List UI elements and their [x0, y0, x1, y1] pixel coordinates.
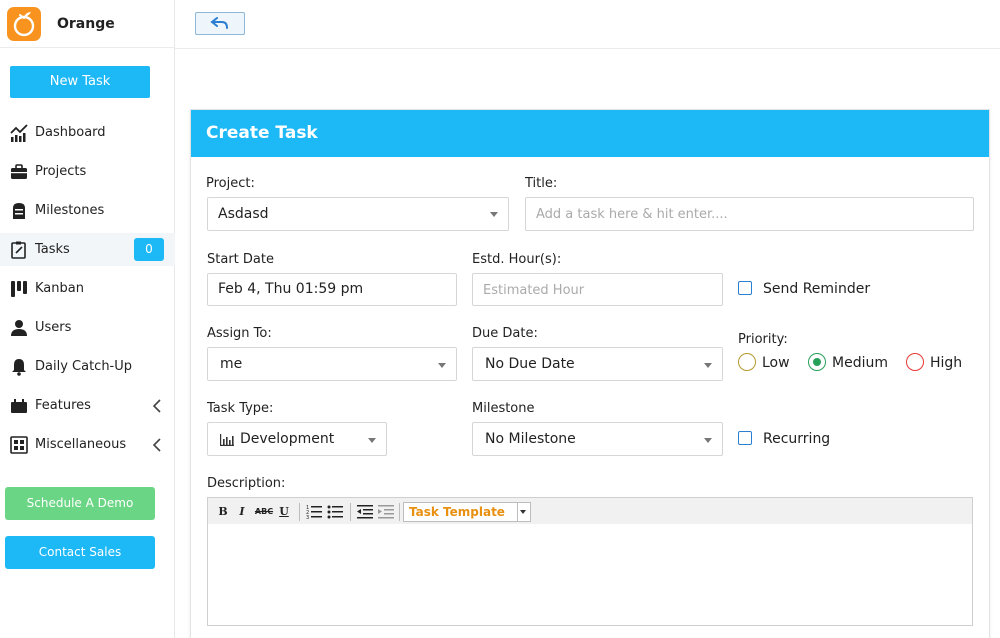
- title-input[interactable]: [525, 197, 974, 231]
- priority-high-label: High: [930, 355, 963, 371]
- top-bar: [175, 0, 1000, 49]
- grid-icon: [10, 436, 28, 454]
- new-task-button[interactable]: New Task: [10, 66, 150, 98]
- orange-logo-icon[interactable]: [7, 7, 41, 41]
- ordered-list-icon[interactable]: 1 2 3: [306, 504, 322, 520]
- sidebar-item-miscellaneous[interactable]: Miscellaneous: [0, 428, 175, 461]
- kanban-icon: [11, 281, 27, 297]
- chevron-down-icon: [368, 438, 376, 443]
- send-reminder-checkbox[interactable]: [738, 281, 752, 295]
- undo-icon: [210, 17, 228, 29]
- indent-icon[interactable]: [378, 504, 394, 520]
- brand-name: Orange: [57, 16, 115, 32]
- priority-low-radio[interactable]: [738, 353, 756, 371]
- description-label: Description:: [207, 476, 286, 491]
- features-icon: [11, 399, 27, 413]
- milestone-select[interactable]: No Milestone: [472, 422, 723, 456]
- project-label: Project:: [206, 176, 255, 191]
- task-type-value: Development: [240, 431, 335, 447]
- sidebar-item-label: Users: [35, 320, 72, 335]
- bold-button[interactable]: B: [215, 504, 231, 520]
- recurring-label: Recurring: [763, 431, 831, 447]
- project-select[interactable]: Asdasd: [207, 197, 509, 231]
- sidebar-item-tasks[interactable]: Tasks 0: [0, 233, 175, 266]
- sidebar-item-label: Dashboard: [35, 125, 106, 140]
- sidebar: Orange New Task Dashboard Projects Miles…: [0, 0, 175, 638]
- italic-button[interactable]: I: [234, 504, 250, 520]
- toolbar-divider: [350, 503, 351, 521]
- strikethrough-button[interactable]: ABC: [253, 504, 275, 520]
- chevron-down-icon: [438, 363, 446, 368]
- task-type-label: Task Type:: [207, 401, 274, 416]
- assign-to-label: Assign To:: [207, 326, 272, 341]
- editor-toolbar: B I ABC U 1 2 3 Task Template: [207, 497, 973, 525]
- sidebar-item-milestones[interactable]: Milestones: [0, 194, 175, 227]
- panel-header: Create Task: [191, 110, 989, 157]
- sidebar-item-dashboard[interactable]: Dashboard: [0, 116, 175, 149]
- underline-button[interactable]: U: [276, 504, 292, 520]
- sidebar-item-label: Features: [35, 398, 91, 413]
- sidebar-item-users[interactable]: Users: [0, 311, 175, 344]
- toolbar-divider: [299, 503, 300, 521]
- outdent-icon[interactable]: [357, 504, 373, 520]
- chevron-down-icon: [490, 212, 498, 217]
- briefcase-icon: [11, 164, 27, 179]
- milestone-value: No Milestone: [485, 431, 576, 447]
- start-date-input[interactable]: Feb 4, Thu 01:59 pm: [207, 273, 457, 306]
- chevron-left-icon[interactable]: [151, 398, 163, 414]
- sidebar-item-projects[interactable]: Projects: [0, 155, 175, 188]
- sidebar-item-label: Projects: [35, 164, 87, 179]
- toolbar-divider: [399, 503, 400, 521]
- sidebar-item-features[interactable]: Features: [0, 389, 175, 422]
- priority-label: Priority:: [738, 332, 788, 347]
- sidebar-item-label: Milestones: [35, 203, 105, 218]
- sidebar-item-label: Miscellaneous: [35, 437, 127, 452]
- due-date-select[interactable]: No Due Date: [472, 347, 723, 381]
- tasks-count-badge: 0: [134, 238, 164, 261]
- svg-text:3: 3: [306, 515, 309, 520]
- milestone-icon: [13, 203, 25, 219]
- priority-medium-label: Medium: [832, 355, 888, 371]
- back-button[interactable]: [195, 12, 245, 35]
- sidebar-item-label: Tasks: [35, 242, 70, 257]
- chevron-down-icon: [517, 503, 530, 521]
- sidebar-item-kanban[interactable]: Kanban: [0, 272, 175, 305]
- priority-low-label: Low: [762, 355, 790, 371]
- assign-to-select[interactable]: me: [207, 347, 457, 381]
- sidebar-item-label: Kanban: [35, 281, 84, 296]
- sidebar-item-label: Daily Catch-Up: [35, 359, 133, 374]
- sidebar-item-daily-catch-up[interactable]: Daily Catch-Up: [0, 350, 175, 383]
- bullet-list-icon[interactable]: [327, 504, 343, 520]
- milestone-label: Milestone: [472, 401, 535, 416]
- user-icon: [11, 320, 27, 336]
- estd-hours-label: Estd. Hour(s):: [472, 252, 562, 267]
- task-icon: [11, 241, 26, 259]
- start-date-label: Start Date: [207, 252, 274, 267]
- schedule-demo-button[interactable]: Schedule A Demo: [5, 487, 155, 520]
- task-type-select[interactable]: Development: [207, 422, 387, 456]
- chevron-down-icon: [704, 363, 712, 368]
- task-template-select[interactable]: Task Template: [403, 502, 531, 522]
- due-date-label: Due Date:: [472, 326, 538, 341]
- bar-chart-icon: [220, 434, 234, 446]
- title-label: Title:: [525, 176, 558, 191]
- contact-sales-button[interactable]: Contact Sales: [5, 536, 155, 569]
- chevron-down-icon: [704, 438, 712, 443]
- estimated-hour-input[interactable]: [472, 273, 723, 306]
- due-date-value: No Due Date: [485, 356, 575, 372]
- start-date-value: Feb 4, Thu 01:59 pm: [218, 281, 364, 297]
- description-editor[interactable]: [207, 524, 973, 626]
- page-title: Create Task: [206, 123, 318, 143]
- assign-to-value: me: [220, 356, 243, 372]
- project-value: Asdasd: [218, 206, 269, 222]
- bell-icon: [12, 359, 26, 376]
- task-template-label: Task Template: [409, 505, 505, 519]
- send-reminder-label: Send Reminder: [763, 281, 871, 297]
- priority-high-radio[interactable]: [906, 353, 924, 371]
- chevron-left-icon[interactable]: [151, 437, 163, 453]
- chart-icon: [10, 124, 28, 142]
- brand-header: Orange: [0, 0, 175, 48]
- recurring-checkbox[interactable]: [738, 431, 752, 445]
- priority-medium-radio[interactable]: [808, 353, 826, 371]
